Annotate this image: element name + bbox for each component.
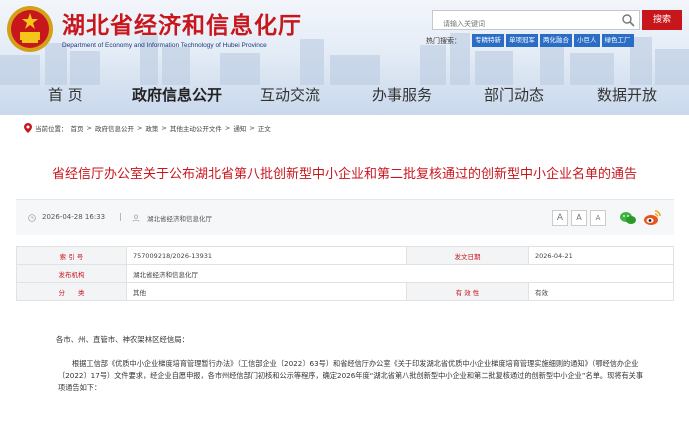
nav-item-dept-news[interactable]: 部门动态: [484, 84, 544, 105]
hot-tag[interactable]: 专精特新: [472, 34, 504, 47]
breadcrumb-separator: >: [224, 124, 231, 132]
hot-tag[interactable]: 绿色工厂: [601, 34, 634, 47]
meta-category-value: 其他: [126, 282, 407, 301]
site-title[interactable]: 湖北省经济和信息化厅: [62, 6, 302, 40]
site-subtitle: Department of Economy and Information Te…: [62, 42, 267, 49]
body-paragraph: 根据工信部《优质中小企业梯度培育管理暂行办法》（工信部企业〔2022〕63号）和…: [58, 359, 644, 392]
breadcrumb: 当前位置： 首页 > 政府信息公开 > 政策 > 其他主动公开文件 > 通知 >…: [24, 123, 271, 133]
meta-date-value: 2026-04-21: [528, 246, 674, 265]
breadcrumb-item[interactable]: 政府信息公开: [95, 123, 134, 133]
body-salutation: 各市、州、直管市、神农架林区经信局：: [56, 335, 190, 344]
location-pin-icon: [24, 123, 32, 133]
meta-org-value: 湖北省经济和信息化厅: [126, 264, 674, 283]
clock-icon: [28, 214, 36, 222]
nav-item-open-data[interactable]: 数据开放: [597, 84, 657, 105]
hot-search-tags: 专精特新 单项冠军 两化融合 小巨人 绿色工厂: [472, 34, 634, 47]
hot-search-label: 热门搜索：: [426, 37, 461, 45]
breadcrumb-separator: >: [136, 124, 143, 132]
wechat-icon[interactable]: [618, 208, 638, 228]
meta-date-label: 发文日期: [406, 246, 529, 265]
breadcrumb-separator: >: [161, 124, 167, 132]
nav-item-interaction[interactable]: 互动交流: [260, 84, 320, 105]
search-button[interactable]: 搜索: [642, 10, 682, 30]
table-row: 分 类 其他 有 效 性 有效: [16, 282, 674, 301]
breadcrumb-item[interactable]: 政策: [145, 123, 158, 133]
table-row: 索 引 号 757009218/2026-13931 发文日期 2026-04-…: [16, 246, 674, 265]
breadcrumb-item[interactable]: 其他主动公开文件: [170, 123, 222, 133]
breadcrumb-item-current: 正文: [257, 125, 271, 133]
breadcrumb-separator: >: [86, 124, 92, 132]
meta-index-value: 757009218/2026-13931: [126, 246, 407, 265]
breadcrumb-item[interactable]: 通知: [233, 123, 246, 133]
nav-item-home[interactable]: 首 页: [48, 84, 83, 105]
article-info-bar: 2026-04-28 16:33 | 湖北省经济和信息化厅 A A A: [16, 199, 674, 235]
weibo-icon[interactable]: [642, 208, 662, 228]
divider: |: [119, 212, 122, 221]
breadcrumb-prefix: 当前位置：: [35, 125, 68, 133]
font-size-medium-button[interactable]: A: [571, 210, 587, 226]
nav-item-gov-info[interactable]: 政府信息公开: [132, 84, 222, 105]
article-source: 湖北省经济和信息化厅: [147, 215, 212, 223]
search-input[interactable]: [433, 15, 613, 33]
breadcrumb-item[interactable]: 首页: [71, 123, 84, 133]
hot-tag[interactable]: 单项冠军: [506, 34, 538, 47]
person-icon: [132, 214, 140, 222]
table-row: 发布机构 湖北省经济和信息化厅: [16, 264, 674, 283]
main-nav: 首 页 政府信息公开 互动交流 办事服务 部门动态 数据开放: [0, 80, 689, 110]
meta-org-label: 发布机构: [16, 264, 127, 283]
search-box: [432, 10, 640, 33]
nav-item-services[interactable]: 办事服务: [372, 84, 432, 105]
font-size-large-button[interactable]: A: [552, 210, 568, 226]
meta-index-label: 索 引 号: [16, 246, 127, 265]
article-title: 省经信厅办公室关于公布湖北省第八批创新型中小企业和第二批复核通过的创新型中小企业…: [51, 167, 637, 182]
document-meta-table: 索 引 号 757009218/2026-13931 发文日期 2026-04-…: [16, 246, 674, 301]
meta-validity-value: 有效: [528, 282, 674, 301]
meta-category-label: 分 类: [16, 282, 127, 301]
national-emblem-logo[interactable]: [5, 4, 55, 54]
search-icon[interactable]: [621, 13, 635, 27]
publish-date: 2026-04-28 16:33: [42, 213, 106, 221]
meta-validity-label: 有 效 性: [406, 282, 529, 301]
breadcrumb-separator: >: [249, 124, 255, 132]
hot-tag[interactable]: 两化融合: [540, 34, 572, 47]
site-header: 湖北省经济和信息化厅 Department of Economy and Inf…: [0, 0, 689, 115]
hot-tag[interactable]: 小巨人: [574, 34, 600, 47]
font-size-small-button[interactable]: A: [590, 210, 606, 226]
